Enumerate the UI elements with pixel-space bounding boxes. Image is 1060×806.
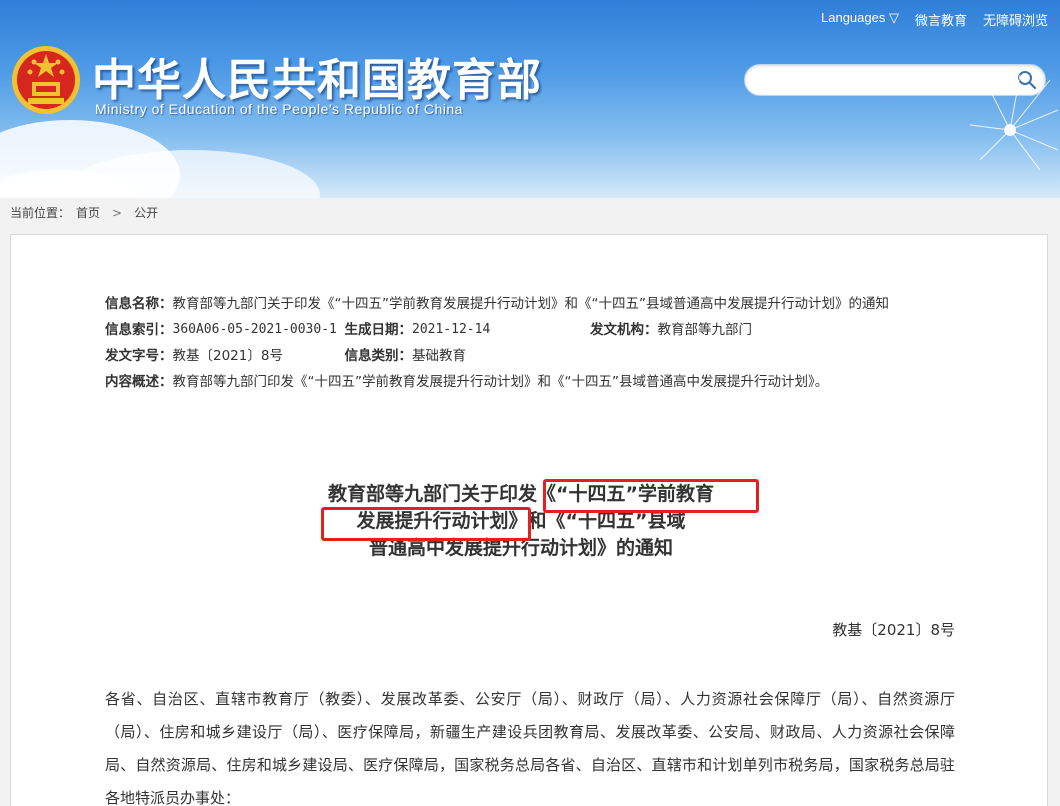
meta-row-name: 信息名称： 教育部等九部门关于印发《“十四五”学前教育发展提升行动计划》和《“十… [105, 291, 965, 317]
breadcrumb: 当前位置： 首页 > 公开 [10, 204, 158, 221]
meta-docno-value: 教基〔2021〕8号 [172, 348, 283, 364]
meta-name-label: 信息名称： [105, 296, 173, 312]
meta-category-label: 信息类别： [344, 348, 413, 364]
site-subtitle: Ministry of Education of the People's Re… [95, 101, 463, 117]
content-panel: 信息名称： 教育部等九部门关于印发《“十四五”学前教育发展提升行动计划》和《“十… [10, 234, 1048, 806]
meta-org-label: 发文机构： [590, 322, 658, 338]
breadcrumb-prefix: 当前位置： [10, 206, 71, 220]
accessibility-link[interactable]: 无障碍浏览 [983, 10, 1048, 29]
meta-category-value: 基础教育 [412, 348, 466, 364]
meta-row-index: 信息索引： 360A06-05-2021-0030-1 生成日期： 2021-1… [105, 317, 965, 343]
languages-link[interactable]: Languages ▽ [821, 10, 899, 29]
meta-name-value: 教育部等九部门关于印发《“十四五”学前教育发展提升行动计划》和《“十四五”县域普… [172, 296, 889, 312]
dandelion-decoration [969, 74, 1059, 171]
document-salutation: 各省、自治区、直辖市教育厅（教委）、发展改革委、公安厅（局）、财政厅（局）、人力… [105, 690, 955, 806]
meta-docno-label: 发文字号： [105, 348, 173, 364]
national-emblem-icon [12, 46, 80, 114]
highlight-box [543, 479, 759, 513]
meta-row-summary: 内容概述： 教育部等九部门印发《“十四五”学前教育发展提升行动计划》和《“十四五… [105, 369, 965, 395]
weiyan-education-link[interactable]: 微言教育 [915, 10, 967, 29]
breadcrumb-current-link[interactable]: 公开 [134, 204, 158, 221]
top-links: Languages ▽ 微言教育 无障碍浏览 [821, 10, 1048, 29]
document-number: 教基〔2021〕8号 [832, 621, 955, 639]
meta-index-label: 信息索引： [105, 322, 173, 338]
meta-row-docno: 发文字号： 教基〔2021〕8号 信息类别： 基础教育 [105, 343, 965, 369]
document-metadata: 信息名称： 教育部等九部门关于印发《“十四五”学前教育发展提升行动计划》和《“十… [105, 291, 965, 395]
meta-date-label: 生成日期： [344, 322, 413, 338]
highlight-box [321, 507, 531, 541]
site-header: 中华人民共和国教育部 Ministry of Education of the … [0, 0, 1060, 198]
meta-date-value: 2021-12-14 [412, 322, 491, 337]
site-title: 中华人民共和国教育部 [92, 55, 542, 106]
meta-index-value: 360A06-05-2021-0030-1 [172, 322, 337, 337]
meta-summary-label: 内容概述： [105, 374, 173, 390]
meta-summary-value: 教育部等九部门印发《“十四五”学前教育发展提升行动计划》和《“十四五”县域普通高… [172, 374, 829, 390]
breadcrumb-home-link[interactable]: 首页 [76, 204, 100, 221]
meta-org-value: 教育部等九部门 [657, 322, 753, 338]
breadcrumb-separator: > [112, 205, 123, 220]
